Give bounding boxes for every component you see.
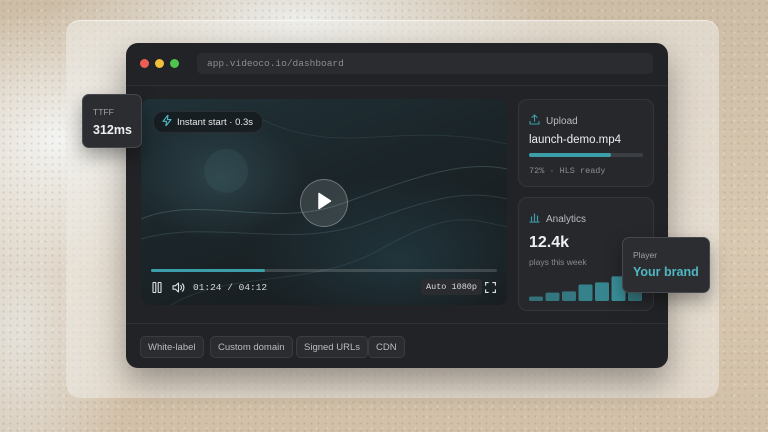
- footer-divider: [126, 323, 668, 324]
- ttff-value: 312ms: [93, 123, 132, 137]
- video-player[interactable]: Instant start · 0.3s 01:24 / 04:12 Auto …: [141, 99, 507, 305]
- time-separator: /: [227, 282, 233, 293]
- feature-tag-signed-urls[interactable]: Signed URLs: [296, 336, 368, 358]
- minimize-window-button[interactable]: [155, 59, 164, 68]
- feature-tag-cdn[interactable]: CDN: [368, 336, 405, 358]
- title-bar: app.videoco.io/dashboard: [126, 43, 668, 86]
- volume-icon[interactable]: [171, 281, 185, 293]
- upload-filename: launch-demo.mp4: [529, 134, 622, 146]
- upload-card: Upload launch-demo.mp4 72% · HLS ready: [518, 99, 654, 187]
- lightning-icon: [162, 114, 172, 129]
- seek-bar[interactable]: [151, 269, 497, 272]
- instant-start-badge: Instant start · 0.3s: [153, 111, 264, 133]
- current-time: 01:24: [193, 282, 222, 293]
- feature-tag-custom-domain[interactable]: Custom domain: [210, 336, 293, 358]
- quality-selector[interactable]: Auto 1080p: [421, 279, 483, 295]
- feature-tag-white-label[interactable]: White-label: [140, 336, 204, 358]
- upload-icon: [529, 114, 540, 128]
- fullscreen-icon[interactable]: [484, 281, 496, 293]
- ttff-callout: TTFF 312ms: [82, 94, 142, 148]
- plays-bar: [545, 292, 560, 301]
- close-window-button[interactable]: [140, 59, 149, 68]
- upload-card-header: Upload: [529, 114, 578, 128]
- plays-bar: [529, 296, 543, 301]
- player-brand-label: Player: [633, 250, 658, 260]
- player-brand-callout: Player Your brand: [622, 237, 710, 293]
- maximize-window-button[interactable]: [170, 59, 179, 68]
- duration: 04:12: [238, 282, 268, 293]
- address-bar[interactable]: app.videoco.io/dashboard: [197, 53, 653, 74]
- upload-status: 72% · HLS ready: [529, 166, 606, 176]
- plays-bar: [595, 282, 609, 301]
- pause-icon[interactable]: [151, 281, 163, 293]
- upload-progress-bar: [529, 153, 643, 157]
- upload-title: Upload: [546, 115, 578, 127]
- ttff-label: TTFF: [93, 107, 114, 117]
- time-display: 01:24 / 04:12: [193, 282, 267, 293]
- play-button[interactable]: [300, 179, 348, 227]
- seek-bar-progress: [151, 269, 266, 272]
- play-icon: [316, 192, 332, 215]
- plays-bar: [562, 291, 576, 301]
- instant-start-label: Instant start · 0.3s: [177, 116, 254, 128]
- browser-window: app.videoco.io/dashboard Instant start ·…: [126, 43, 668, 368]
- plays-bar: [578, 284, 593, 301]
- player-brand-value: Your brand: [633, 265, 699, 279]
- upload-progress-fill: [529, 153, 612, 157]
